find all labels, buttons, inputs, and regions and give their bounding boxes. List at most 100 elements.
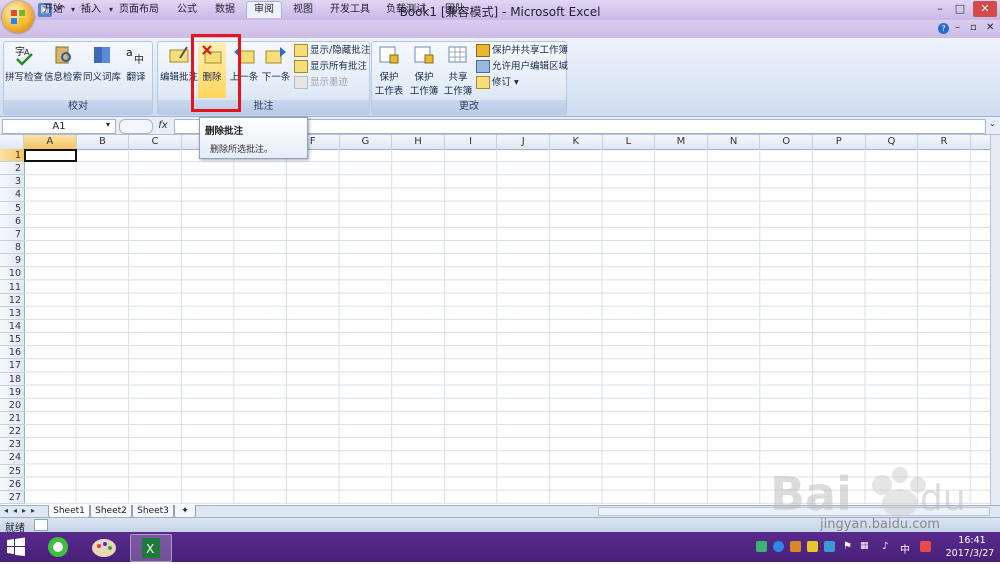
next-comment-button[interactable]: 下一条 [260, 44, 292, 90]
tab-developer[interactable]: 开发工具 [326, 2, 374, 18]
minimize-button[interactable]: – [930, 1, 950, 17]
row-header[interactable]: 15 [0, 333, 24, 347]
windows-start-icon[interactable] [6, 537, 26, 557]
tray-volume-icon[interactable]: ♪ [882, 541, 893, 552]
column-header[interactable]: B [77, 135, 130, 149]
protect-sheet-button[interactable]: 保护 工作表 [373, 44, 405, 97]
column-header[interactable]: J [497, 135, 550, 149]
row-header[interactable]: 8 [0, 241, 24, 255]
tab-view[interactable]: 视图 [286, 2, 320, 18]
last-sheet-icon[interactable]: ▸ [29, 505, 37, 517]
tab-load-test[interactable]: 负载测试 [382, 2, 430, 18]
paint-taskbar-icon[interactable] [84, 534, 124, 560]
close-button[interactable]: ✕ [973, 1, 997, 17]
tray-flag-icon[interactable]: ⚑ [843, 541, 854, 552]
tab-insert[interactable]: 插入 [74, 2, 108, 18]
row-header[interactable]: 18 [0, 373, 24, 386]
maximize-button[interactable]: □ [950, 1, 970, 17]
doc-restore-button[interactable]: ▫ [970, 22, 977, 33]
track-changes-button[interactable]: 修订 ▾ [476, 75, 519, 90]
tray-app-icon-5[interactable] [824, 541, 835, 552]
row-header[interactable]: 7 [0, 228, 24, 242]
column-header[interactable]: O [760, 135, 813, 149]
office-button[interactable] [2, 1, 34, 33]
protect-share-workbook-button[interactable]: 保护并共享工作簿 [476, 43, 568, 58]
row-header[interactable]: 5 [0, 202, 24, 215]
row-header[interactable]: 6 [0, 215, 24, 228]
tab-team[interactable]: 团队 [438, 2, 472, 18]
spelling-button[interactable]: 字A 拼写检查 [4, 44, 44, 90]
share-workbook-button[interactable]: 共享 工作簿 [443, 44, 473, 97]
research-button[interactable]: 信息检索 [44, 44, 82, 90]
doc-minimize-button[interactable]: – [955, 22, 960, 33]
row-header[interactable]: 27 [0, 491, 24, 505]
excel-taskbar-icon[interactable]: X [130, 534, 172, 562]
tray-ime-indicator[interactable]: 中 [900, 541, 910, 556]
name-box[interactable]: A1 [2, 119, 116, 134]
column-header[interactable]: Q [866, 135, 919, 149]
tray-app-icon-3[interactable] [790, 541, 801, 552]
column-header[interactable]: I [445, 135, 498, 149]
row-header[interactable]: 2 [0, 162, 24, 176]
thesaurus-button[interactable]: 同义词库 [82, 44, 122, 90]
help-icon[interactable]: ? [938, 23, 949, 34]
row-header[interactable]: 11 [0, 281, 24, 294]
tray-app-icon-4[interactable] [807, 541, 818, 552]
macro-record-icon[interactable] [34, 519, 48, 531]
tab-home[interactable]: 开始 [36, 2, 70, 18]
tab-data[interactable]: 数据 [208, 2, 242, 18]
doc-close-button[interactable]: ✕ [986, 22, 994, 33]
row-header[interactable]: 26 [0, 478, 24, 491]
row-header[interactable]: 1 [0, 149, 24, 163]
protect-workbook-button[interactable]: 保护 工作簿 [405, 44, 443, 97]
column-header[interactable]: G [340, 135, 393, 149]
show-hide-comment-button[interactable]: 显示/隐藏批注 [294, 43, 370, 58]
column-header[interactable]: H [392, 135, 445, 149]
column-header[interactable]: P [813, 135, 866, 149]
tray-app-icon-6[interactable] [920, 541, 931, 552]
translate-button[interactable]: a中 翻译 [122, 44, 150, 90]
show-all-comments-button[interactable]: 显示所有批注 [294, 59, 367, 74]
tab-page-layout[interactable]: 页面布局 [114, 2, 164, 18]
row-header[interactable]: 23 [0, 438, 24, 452]
select-all-corner[interactable] [0, 135, 24, 149]
row-header[interactable]: 22 [0, 425, 24, 439]
prev-sheet-icon[interactable]: ◂ [11, 505, 19, 517]
row-header[interactable]: 12 [0, 294, 24, 307]
name-box-dropdown-icon[interactable]: ▾ [106, 120, 110, 129]
row-header[interactable]: 21 [0, 412, 24, 426]
worksheet-grid[interactable] [24, 149, 990, 504]
column-header[interactable]: A [24, 135, 77, 149]
row-header[interactable]: 3 [0, 175, 24, 189]
horizontal-scrollbar[interactable] [598, 507, 990, 516]
vertical-scrollbar[interactable] [990, 135, 1000, 505]
row-header[interactable]: 16 [0, 346, 24, 360]
active-cell-a1[interactable] [24, 149, 77, 162]
column-header[interactable]: C [129, 135, 182, 149]
row-header[interactable]: 13 [0, 307, 24, 320]
tray-app-icon-1[interactable] [756, 541, 767, 552]
tab-formulas[interactable]: 公式 [170, 2, 204, 18]
row-header[interactable]: 25 [0, 465, 24, 478]
next-sheet-icon[interactable]: ▸ [20, 505, 28, 517]
row-header[interactable]: 17 [0, 359, 24, 373]
browser-taskbar-icon[interactable] [38, 534, 78, 560]
column-header[interactable]: M [655, 135, 708, 149]
row-header[interactable]: 20 [0, 399, 24, 412]
column-header[interactable]: K [550, 135, 603, 149]
first-sheet-icon[interactable]: ◂ [2, 505, 10, 517]
tray-network-icon[interactable]: ▦ [860, 541, 871, 552]
column-header[interactable]: N [708, 135, 761, 149]
row-header[interactable]: 10 [0, 267, 24, 281]
row-header[interactable]: 4 [0, 188, 24, 202]
row-header[interactable]: 9 [0, 254, 24, 268]
tray-app-icon-2[interactable] [773, 541, 784, 552]
row-header[interactable]: 24 [0, 451, 24, 465]
column-header[interactable]: L [603, 135, 656, 149]
expand-formula-bar-icon[interactable]: ⌄ [989, 119, 996, 128]
tab-review[interactable]: 审阅 [246, 1, 282, 18]
row-header[interactable]: 14 [0, 320, 24, 334]
allow-edit-ranges-button[interactable]: 允许用户编辑区域 [476, 59, 568, 74]
row-header[interactable]: 19 [0, 386, 24, 399]
column-header[interactable]: R [918, 135, 971, 149]
